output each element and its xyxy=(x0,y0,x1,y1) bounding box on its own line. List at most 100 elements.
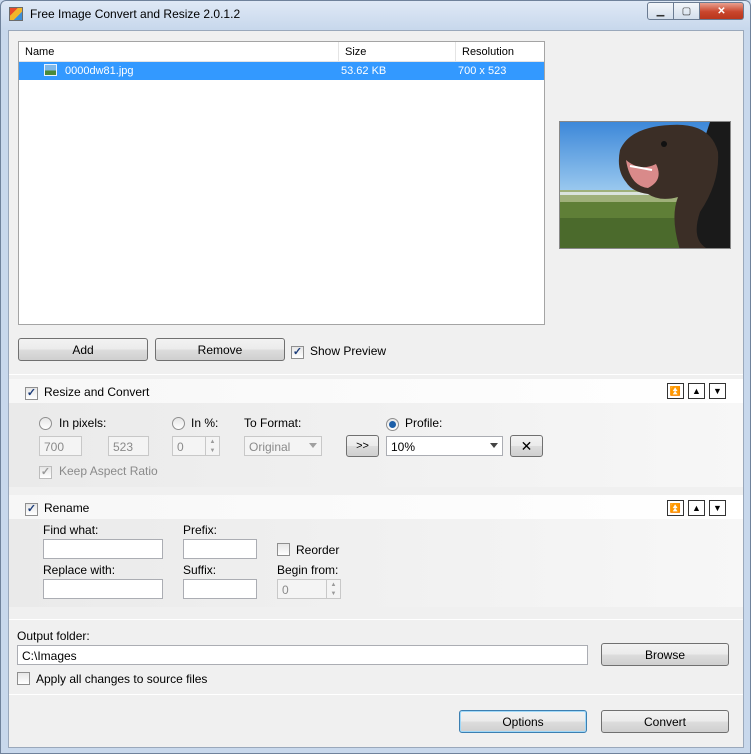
maximize-icon: ▢ xyxy=(681,5,692,17)
title-bar[interactable]: Free Image Convert and Resize 2.0.1.2 ▁ … xyxy=(1,1,750,27)
column-header-name[interactable]: Name xyxy=(19,42,339,61)
close-icon: ✕ xyxy=(717,5,726,17)
separator xyxy=(9,694,743,695)
maximize-button[interactable]: ▢ xyxy=(674,2,700,20)
apply-all-label: Apply all changes to source files xyxy=(36,672,208,686)
rename-move-up-button[interactable]: ▲ xyxy=(688,500,705,516)
profile-select[interactable]: 10% xyxy=(386,436,503,456)
find-what-field[interactable] xyxy=(43,539,163,559)
app-window: Free Image Convert and Resize 2.0.1.2 ▁ … xyxy=(0,0,751,754)
check-icon: ✓ xyxy=(25,503,38,516)
move-top-icon: ⏫ xyxy=(669,385,682,396)
in-pixels-radio[interactable] xyxy=(39,417,52,433)
list-header: Name Size Resolution xyxy=(19,42,544,62)
file-name: 0000dw81.jpg xyxy=(65,65,134,77)
move-up-button[interactable]: ▲ xyxy=(688,383,705,399)
move-up-icon: ▲ xyxy=(692,502,701,513)
rename-move-top-button[interactable]: ⏫ xyxy=(667,500,684,516)
file-resolution: 700 x 523 xyxy=(458,65,507,77)
in-pixels-label: In pixels: xyxy=(59,416,107,430)
height-field[interactable]: 523 xyxy=(108,436,149,456)
check-icon: ✓ xyxy=(291,346,304,359)
move-down-icon: ▼ xyxy=(713,502,722,513)
app-icon xyxy=(9,7,23,21)
check-icon: ✓ xyxy=(39,466,52,479)
check-icon: ✓ xyxy=(25,387,38,400)
profile-label: Profile: xyxy=(405,416,443,430)
separator xyxy=(9,619,743,620)
profile-radio[interactable] xyxy=(386,417,399,431)
move-down-button[interactable]: ▼ xyxy=(709,383,726,399)
replace-with-label: Replace with: xyxy=(43,563,116,577)
radio-icon xyxy=(39,417,52,430)
spinner-arrows-icon[interactable]: ▲ ▼ xyxy=(326,580,340,598)
profile-value: 10% xyxy=(391,440,416,454)
spinner-arrows-icon[interactable]: ▲ ▼ xyxy=(205,437,219,455)
rename-section-label: Rename xyxy=(44,501,90,515)
chevron-down-icon xyxy=(309,443,317,448)
to-format-label: To Format: xyxy=(244,416,302,430)
radio-selected-icon xyxy=(386,418,399,431)
output-folder-label: Output folder: xyxy=(17,629,90,643)
prefix-field[interactable] xyxy=(183,539,257,559)
browse-button[interactable]: Browse xyxy=(601,643,729,666)
list-item[interactable]: 0000dw81.jpg 53.62 KB 700 x 523 xyxy=(19,62,544,80)
keep-aspect-checkbox[interactable]: ✓ xyxy=(39,464,52,479)
in-percent-label: In %: xyxy=(191,416,219,430)
client-area: Name Size Resolution 0000dw81.jpg 53.62 … xyxy=(8,30,744,748)
file-size: 53.62 KB xyxy=(341,65,387,77)
preview-image xyxy=(560,122,730,248)
resize-enabled-checkbox[interactable]: ✓ xyxy=(25,385,38,400)
replace-with-field[interactable] xyxy=(43,579,163,599)
begin-from-value: 0 xyxy=(282,583,289,597)
format-select[interactable]: Original xyxy=(244,436,322,456)
show-preview-checkbox[interactable]: ✓ xyxy=(291,344,304,359)
reorder-label: Reorder xyxy=(296,543,340,557)
move-up-icon: ▲ xyxy=(692,385,701,396)
find-what-label: Find what: xyxy=(43,523,99,537)
window-controls: ▁ ▢ ✕ xyxy=(647,2,744,20)
suffix-label: Suffix: xyxy=(183,563,217,577)
rename-enabled-checkbox[interactable]: ✓ xyxy=(25,501,38,516)
column-header-size[interactable]: Size xyxy=(339,42,456,61)
close-button[interactable]: ✕ xyxy=(700,2,744,20)
move-down-icon: ▼ xyxy=(713,385,722,396)
in-percent-radio[interactable] xyxy=(172,417,185,433)
format-value: Original xyxy=(249,440,291,454)
chevron-down-icon xyxy=(490,443,498,448)
rename-move-down-button[interactable]: ▼ xyxy=(709,500,726,516)
convert-button[interactable]: Convert xyxy=(601,710,729,733)
suffix-field[interactable] xyxy=(183,579,257,599)
move-top-button[interactable]: ⏫ xyxy=(667,383,684,399)
list-item-name-cell: 0000dw81.jpg xyxy=(19,62,339,80)
begin-from-label: Begin from: xyxy=(277,563,339,577)
add-button[interactable]: Add xyxy=(18,338,148,361)
apply-format-button[interactable]: >> xyxy=(346,435,379,457)
apply-all-checkbox[interactable] xyxy=(17,672,30,688)
column-header-resolution[interactable]: Resolution xyxy=(456,42,544,61)
options-button[interactable]: Options xyxy=(459,710,587,733)
checkbox-icon xyxy=(277,543,290,556)
reorder-checkbox[interactable] xyxy=(277,543,290,559)
output-folder-field[interactable]: C:\Images xyxy=(17,645,588,665)
percent-stepper[interactable]: 0 ▲ ▼ xyxy=(172,436,220,456)
file-list[interactable]: Name Size Resolution 0000dw81.jpg 53.62 … xyxy=(18,41,545,325)
clear-profile-button[interactable]: ✕ xyxy=(510,435,543,457)
clear-icon: ✕ xyxy=(520,437,533,454)
image-preview xyxy=(559,121,731,249)
rename-panel-header xyxy=(9,495,743,519)
keep-aspect-label: Keep Aspect Ratio xyxy=(59,464,158,478)
resize-section-label: Resize and Convert xyxy=(44,385,150,399)
width-field[interactable]: 700 xyxy=(39,436,82,456)
move-top-icon: ⏫ xyxy=(669,502,682,513)
separator xyxy=(9,374,743,375)
remove-button[interactable]: Remove xyxy=(155,338,285,361)
minimize-button[interactable]: ▁ xyxy=(647,2,674,20)
checkbox-icon xyxy=(17,672,30,685)
window-title: Free Image Convert and Resize 2.0.1.2 xyxy=(30,7,241,21)
begin-from-stepper[interactable]: 0 ▲ ▼ xyxy=(277,579,341,599)
image-file-icon xyxy=(44,64,57,76)
percent-value: 0 xyxy=(177,440,184,454)
radio-icon xyxy=(172,417,185,430)
minimize-icon: ▁ xyxy=(656,5,665,17)
